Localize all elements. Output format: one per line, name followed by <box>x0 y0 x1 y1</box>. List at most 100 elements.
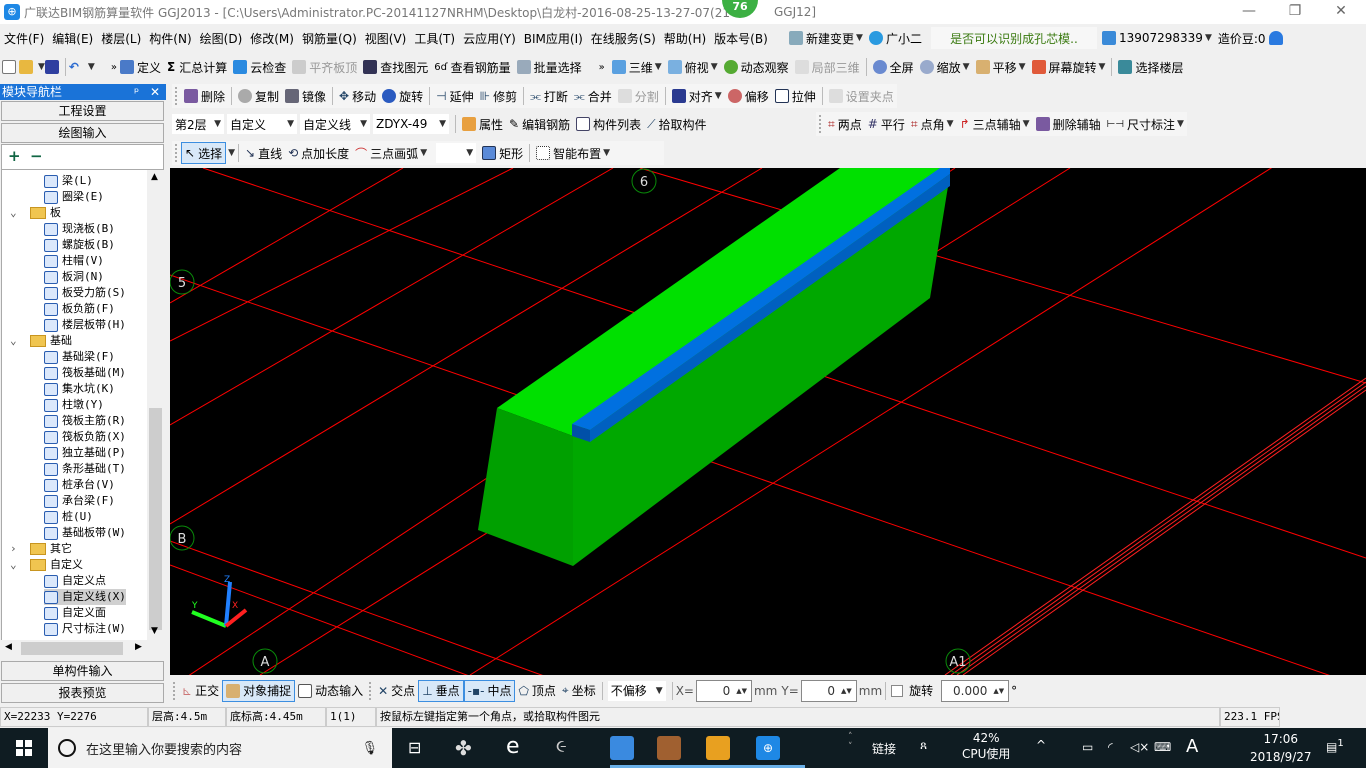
rotate-button[interactable]: 旋转 <box>379 85 426 107</box>
maximize-button[interactable]: ❐ <box>1272 0 1318 24</box>
stretch-button[interactable]: 拉伸 <box>772 85 819 107</box>
close-icon[interactable]: ✕ <box>150 84 160 100</box>
account-button[interactable]: 13907298339 ▼ <box>1099 27 1215 49</box>
taskbar-search[interactable]: 在这里输入你要搜索的内容 🎙 <box>48 728 392 768</box>
top-view-button[interactable]: 俯视 ▼ <box>665 56 721 78</box>
expand-all-icon[interactable]: + <box>8 147 21 165</box>
split-button[interactable]: 分割 <box>615 85 662 107</box>
copy-button[interactable]: 复制 <box>235 85 282 107</box>
tree-item[interactable]: 自定义线(X) <box>44 589 126 605</box>
point-length-button[interactable]: ⟲ 点加长度 <box>285 142 352 164</box>
rotate-screen-button[interactable]: 屏幕旋转 ▼ <box>1029 56 1109 78</box>
define-button[interactable]: 定义 <box>117 56 164 78</box>
chevron-down-icon[interactable]: ▼ <box>88 62 95 72</box>
tree-item[interactable]: › 其它 <box>10 541 72 557</box>
taskbar-notes-icon[interactable] <box>706 736 730 760</box>
tree-item[interactable]: 板负筋(F) <box>44 301 115 317</box>
task-view-icon[interactable]: ⊟ <box>408 738 421 757</box>
merge-button[interactable]: ⫘ 合并 <box>571 85 615 107</box>
offset-button[interactable]: 偏移 <box>725 85 772 107</box>
taskbar-glodon-icon[interactable]: ⊕ <box>756 736 780 760</box>
two-point-axis-button[interactable]: ⌗ 两点 <box>825 113 865 135</box>
new-file-icon[interactable] <box>2 60 16 74</box>
component-select[interactable]: ZDYX-49 ▼ <box>373 114 449 134</box>
viewport-canvas[interactable]: 6 5 B A A1 Y Z X <box>169 107 1366 744</box>
people-icon[interactable]: ጸ <box>920 738 927 753</box>
smart-layout-button[interactable]: 智能布置 ▼ <box>533 142 613 164</box>
parallel-axis-button[interactable]: # 平行 <box>865 113 908 135</box>
tree-item[interactable]: 柱墩(Y) <box>44 397 104 413</box>
floor-select[interactable]: 第2层 ▼ <box>172 114 224 134</box>
sum-button[interactable]: Σ 汇总计算 <box>164 56 230 78</box>
save-icon[interactable] <box>44 60 59 74</box>
single-component-input-button[interactable]: 单构件输入 <box>1 661 164 681</box>
toolbar-scroll-icon[interactable]: ˄ ˅ <box>848 732 853 752</box>
menu-item[interactable]: 云应用(Y) <box>459 30 520 47</box>
menu-item[interactable]: 绘图(D) <box>196 30 247 47</box>
menu-item[interactable]: 版本号(B) <box>710 30 772 47</box>
menu-item[interactable]: 修改(M) <box>246 30 298 47</box>
windows-start-icon[interactable] <box>16 740 32 756</box>
point-angle-button[interactable]: ⌗ 点角 ▼ <box>908 113 957 135</box>
wifi-icon[interactable]: ◜ <box>1108 740 1113 754</box>
scroll-thumb[interactable] <box>149 408 162 630</box>
fan-app-icon[interactable]: ✤ <box>455 736 472 760</box>
tree-item[interactable]: 基础板带(W) <box>44 525 126 541</box>
arc-option-select[interactable]: ▼ <box>436 143 477 163</box>
drawing-viewport-3d[interactable]: 6 5 B A A1 Y Z X <box>169 107 1366 744</box>
view-rebar-button[interactable]: 6ɗ 查看钢筋量 <box>431 56 513 78</box>
set-grip-button[interactable]: 设置夹点 <box>826 85 897 107</box>
zoom-button[interactable]: 缩放 ▼ <box>917 56 973 78</box>
delete-axis-button[interactable]: 删除辅轴 <box>1033 113 1104 135</box>
tree-item[interactable]: 筏板主筋(R) <box>44 413 126 429</box>
coordinate-snap[interactable]: ⌖ 坐标 <box>559 680 599 702</box>
tree-item[interactable]: 筏板基础(M) <box>44 365 126 381</box>
menu-item[interactable]: 文件(F) <box>0 30 48 47</box>
close-button[interactable]: ✕ <box>1318 0 1364 24</box>
view3d-button[interactable]: 三维 ▼ <box>609 56 665 78</box>
taskbar-app-reader-icon[interactable] <box>610 736 634 760</box>
scroll-thumb[interactable] <box>21 642 123 655</box>
delete-button[interactable]: 删除 <box>181 85 228 107</box>
line-button[interactable]: ↘ 直线 <box>242 142 285 164</box>
tree-item[interactable]: 筏板负筋(X) <box>44 429 126 445</box>
pin-icon[interactable]: ᵖ <box>134 84 139 100</box>
cloud-check-button[interactable]: 云检查 <box>230 56 289 78</box>
type-select[interactable]: 自定义 ▼ <box>227 114 297 134</box>
chevron-down-icon[interactable]: ▼ <box>228 148 235 158</box>
tree-item[interactable]: 圈梁(E) <box>44 189 104 205</box>
menu-item[interactable]: 视图(V) <box>361 30 411 47</box>
menu-item[interactable]: 编辑(E) <box>48 30 97 47</box>
report-preview-button[interactable]: 报表预览 <box>1 683 164 703</box>
cpu-meter[interactable]: 42% CPU使用 <box>962 730 1010 762</box>
app-swirl-icon[interactable]: ૯ <box>556 736 567 757</box>
tree-item[interactable]: 集水坑(K) <box>44 381 115 397</box>
tree-item[interactable]: 自定义点 <box>44 573 106 589</box>
tree-vertical-scrollbar[interactable]: ▲ ▼ <box>147 170 164 640</box>
tree-item[interactable]: 承台梁(F) <box>44 493 115 509</box>
chevron-down-icon[interactable]: ⌄ <box>10 557 22 573</box>
menu-item[interactable]: 构件(N) <box>145 30 195 47</box>
open-folder-icon[interactable] <box>19 60 33 74</box>
menu-item[interactable]: 楼层(L) <box>97 30 145 47</box>
tree-horizontal-scrollbar[interactable]: ◀ ▶ <box>1 640 164 657</box>
tree-item[interactable]: 板洞(N) <box>44 269 104 285</box>
tree-item[interactable]: ⌄ 板 <box>10 205 61 221</box>
mirror-button[interactable]: 镜像 <box>282 85 329 107</box>
scroll-right-icon[interactable]: ▶ <box>135 642 142 652</box>
dynamic-input-toggle[interactable]: 动态输入 <box>295 680 366 702</box>
new-change-button[interactable]: 新建变更 ▼ <box>786 27 866 49</box>
overflow-icon[interactable]: » <box>599 62 605 73</box>
clock[interactable]: 17:06 2018/9/27 <box>1250 730 1312 766</box>
ortho-toggle[interactable]: ⊾ 正交 <box>179 680 222 702</box>
tree-item[interactable]: 桩(U) <box>44 509 93 525</box>
select-button[interactable]: ↖ 选择 <box>181 142 227 164</box>
edit-rebar-button[interactable]: ✎ 编辑钢筋 <box>506 113 573 135</box>
scroll-down-icon[interactable]: ▼ <box>151 626 158 636</box>
ie-browser-icon[interactable]: e <box>506 734 520 759</box>
select-floor-button[interactable]: 选择楼层 <box>1115 56 1186 78</box>
spinner-icon[interactable]: ▲▼ <box>841 687 852 695</box>
pick-component-button[interactable]: ⟋ 拾取构件 <box>644 113 709 135</box>
tree-item[interactable]: 楼层板带(H) <box>44 317 126 333</box>
tree-item[interactable]: 柱帽(V) <box>44 253 104 269</box>
